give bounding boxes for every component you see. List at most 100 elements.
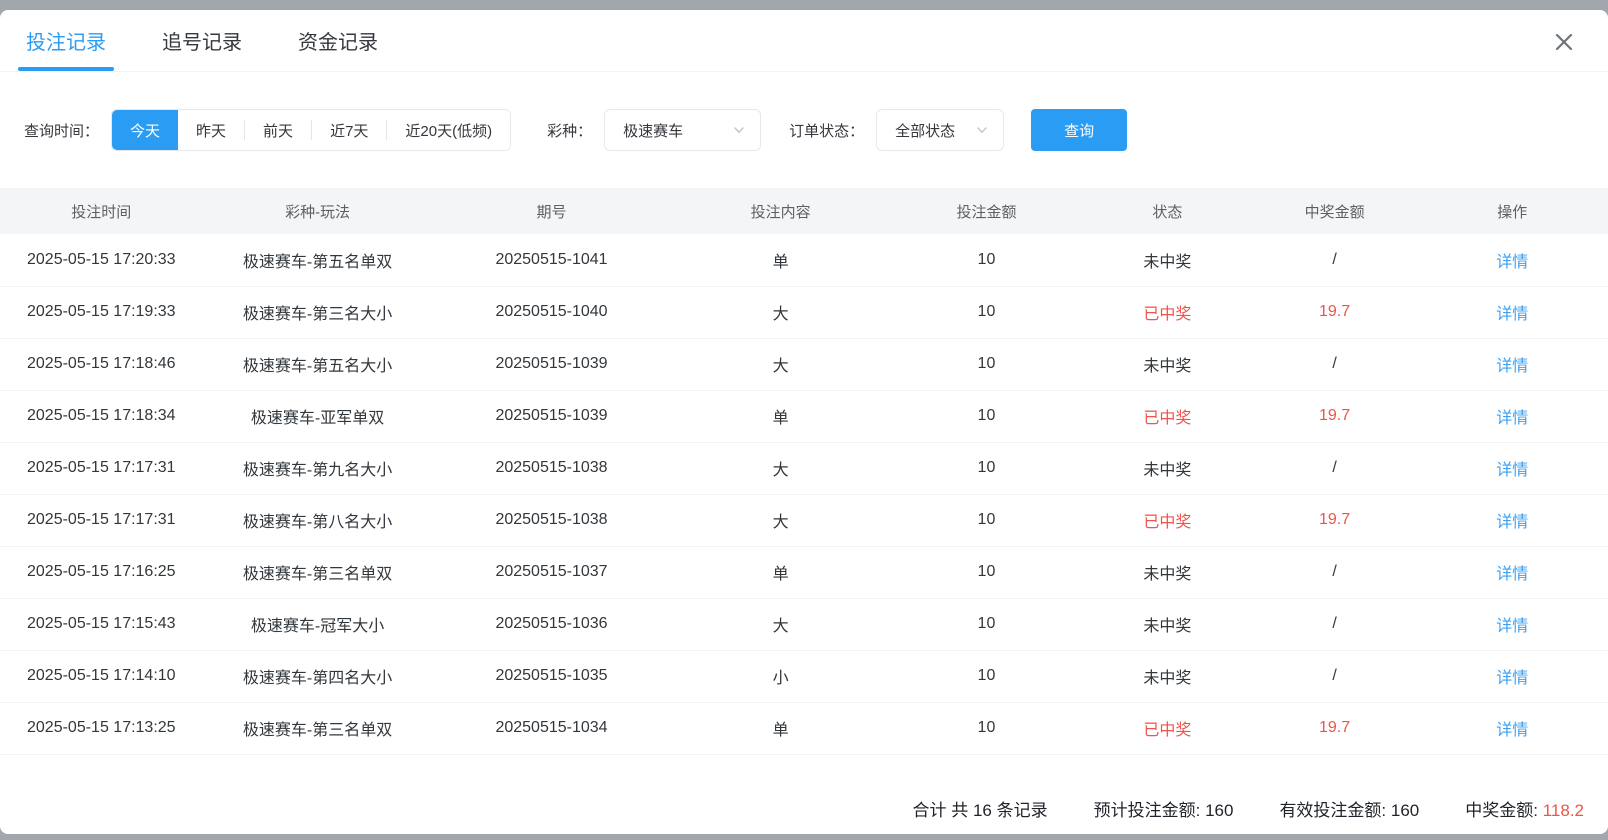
bet-content: 大	[671, 442, 891, 494]
bet-content: 大	[671, 286, 891, 338]
lottery-play: 极速赛车-第四名大小	[203, 650, 433, 702]
records-dialog: 投注记录追号记录资金记录 查询时间： 今天昨天前天近7天近20天(低频) 彩种：…	[0, 10, 1608, 834]
lottery-play: 极速赛车-亚军单双	[203, 390, 433, 442]
prize-amount: /	[1253, 598, 1417, 650]
close-button[interactable]	[1550, 28, 1578, 56]
records-table-wrap: 投注时间彩种-玩法期号投注内容投注金额状态中奖金额操作 2025-05-15 1…	[0, 188, 1608, 755]
order-status-select[interactable]: 全部状态	[876, 109, 1004, 151]
summary-prize-value: 118.2	[1543, 801, 1584, 820]
detail-link[interactable]: 详情	[1496, 618, 1528, 635]
bet-content: 大	[671, 598, 891, 650]
bet-content: 大	[671, 338, 891, 390]
detail-link[interactable]: 详情	[1496, 462, 1528, 479]
table-row: 2025-05-15 17:17:31极速赛车-第九名大小20250515-10…	[0, 442, 1608, 494]
bet-amount: 10	[891, 390, 1082, 442]
status-filter-label: 订单状态：	[789, 120, 864, 141]
lottery-select-value: 极速赛车	[623, 120, 683, 141]
tab-1[interactable]: 追号记录	[160, 10, 244, 71]
tabs: 投注记录追号记录资金记录	[24, 10, 380, 71]
time-option-2[interactable]: 前天	[245, 110, 311, 150]
tab-2[interactable]: 资金记录	[296, 10, 380, 71]
issue-number: 20250515-1036	[433, 598, 671, 650]
bet-amount: 10	[891, 442, 1082, 494]
lottery-play: 极速赛车-第三名大小	[203, 286, 433, 338]
detail-link[interactable]: 详情	[1496, 410, 1528, 427]
time-option-4[interactable]: 近20天(低频)	[387, 110, 510, 150]
prize-amount: /	[1253, 442, 1417, 494]
table-row: 2025-05-15 17:14:10极速赛车-第四名大小20250515-10…	[0, 650, 1608, 702]
detail-link[interactable]: 详情	[1496, 306, 1528, 323]
prize-amount: /	[1253, 338, 1417, 390]
status: 未中奖	[1082, 598, 1252, 650]
summary-bar: 合计 共 16 条记录 预计投注金额: 160 有效投注金额: 160 中奖金额…	[0, 782, 1608, 834]
column-header: 状态	[1082, 188, 1252, 234]
table-row: 2025-05-15 17:18:46极速赛车-第五名大小20250515-10…	[0, 338, 1608, 390]
detail-link[interactable]: 详情	[1496, 514, 1528, 531]
prize-amount: 19.7	[1253, 390, 1417, 442]
prize-amount: /	[1253, 546, 1417, 598]
lottery-select[interactable]: 极速赛车	[604, 109, 761, 151]
time-option-1[interactable]: 昨天	[178, 110, 244, 150]
table-row: 2025-05-15 17:17:31极速赛车-第八名大小20250515-10…	[0, 494, 1608, 546]
lottery-play: 极速赛车-第五名单双	[203, 234, 433, 286]
action-cell: 详情	[1417, 650, 1608, 702]
table-row: 2025-05-15 17:15:43极速赛车-冠军大小20250515-103…	[0, 598, 1608, 650]
bet-time: 2025-05-15 17:16:25	[0, 546, 203, 598]
bet-content: 大	[671, 494, 891, 546]
bet-time: 2025-05-15 17:18:34	[0, 390, 203, 442]
bet-amount: 10	[891, 650, 1082, 702]
detail-link[interactable]: 详情	[1496, 254, 1528, 271]
action-cell: 详情	[1417, 390, 1608, 442]
table-row: 2025-05-15 17:16:25极速赛车-第三名单双20250515-10…	[0, 546, 1608, 598]
issue-number: 20250515-1040	[433, 286, 671, 338]
bet-content: 单	[671, 546, 891, 598]
issue-number: 20250515-1038	[433, 494, 671, 546]
lottery-play: 极速赛车-第八名大小	[203, 494, 433, 546]
table-row: 2025-05-15 17:18:34极速赛车-亚军单双20250515-103…	[0, 390, 1608, 442]
summary-prize-label: 中奖金额:	[1465, 801, 1538, 820]
issue-number: 20250515-1039	[433, 338, 671, 390]
status: 未中奖	[1082, 234, 1252, 286]
detail-link[interactable]: 详情	[1496, 670, 1528, 687]
bet-content: 小	[671, 650, 891, 702]
detail-link[interactable]: 详情	[1496, 722, 1528, 739]
action-cell: 详情	[1417, 442, 1608, 494]
lottery-filter-label: 彩种：	[547, 120, 592, 141]
prize-amount: /	[1253, 650, 1417, 702]
status: 已中奖	[1082, 390, 1252, 442]
bet-content: 单	[671, 234, 891, 286]
issue-number: 20250515-1041	[433, 234, 671, 286]
lottery-play: 极速赛车-第三名单双	[203, 546, 433, 598]
bet-time: 2025-05-15 17:18:46	[0, 338, 203, 390]
status: 已中奖	[1082, 286, 1252, 338]
detail-link[interactable]: 详情	[1496, 358, 1528, 375]
lottery-play: 极速赛车-第三名单双	[203, 702, 433, 754]
column-header: 投注内容	[671, 188, 891, 234]
column-header: 操作	[1417, 188, 1608, 234]
time-option-3[interactable]: 近7天	[312, 110, 386, 150]
status: 未中奖	[1082, 338, 1252, 390]
bet-amount: 10	[891, 338, 1082, 390]
bet-content: 单	[671, 390, 891, 442]
bet-amount: 10	[891, 702, 1082, 754]
bet-amount: 10	[891, 598, 1082, 650]
bet-amount: 10	[891, 286, 1082, 338]
action-cell: 详情	[1417, 494, 1608, 546]
chevron-down-icon	[732, 123, 746, 137]
column-header: 投注金额	[891, 188, 1082, 234]
detail-link[interactable]: 详情	[1496, 566, 1528, 583]
records-table: 投注时间彩种-玩法期号投注内容投注金额状态中奖金额操作 2025-05-15 1…	[0, 188, 1608, 755]
table-row: 2025-05-15 17:20:33极速赛车-第五名单双20250515-10…	[0, 234, 1608, 286]
prize-amount: 19.7	[1253, 702, 1417, 754]
tab-bar: 投注记录追号记录资金记录	[0, 10, 1608, 72]
column-header: 彩种-玩法	[203, 188, 433, 234]
tab-0[interactable]: 投注记录	[24, 10, 108, 71]
action-cell: 详情	[1417, 598, 1608, 650]
bet-time: 2025-05-15 17:13:25	[0, 702, 203, 754]
table-row: 2025-05-15 17:13:25极速赛车-第三名单双20250515-10…	[0, 702, 1608, 754]
time-option-0[interactable]: 今天	[112, 110, 178, 150]
lottery-play: 极速赛车-冠军大小	[203, 598, 433, 650]
search-button[interactable]: 查询	[1031, 109, 1127, 151]
issue-number: 20250515-1034	[433, 702, 671, 754]
bet-time: 2025-05-15 17:20:33	[0, 234, 203, 286]
